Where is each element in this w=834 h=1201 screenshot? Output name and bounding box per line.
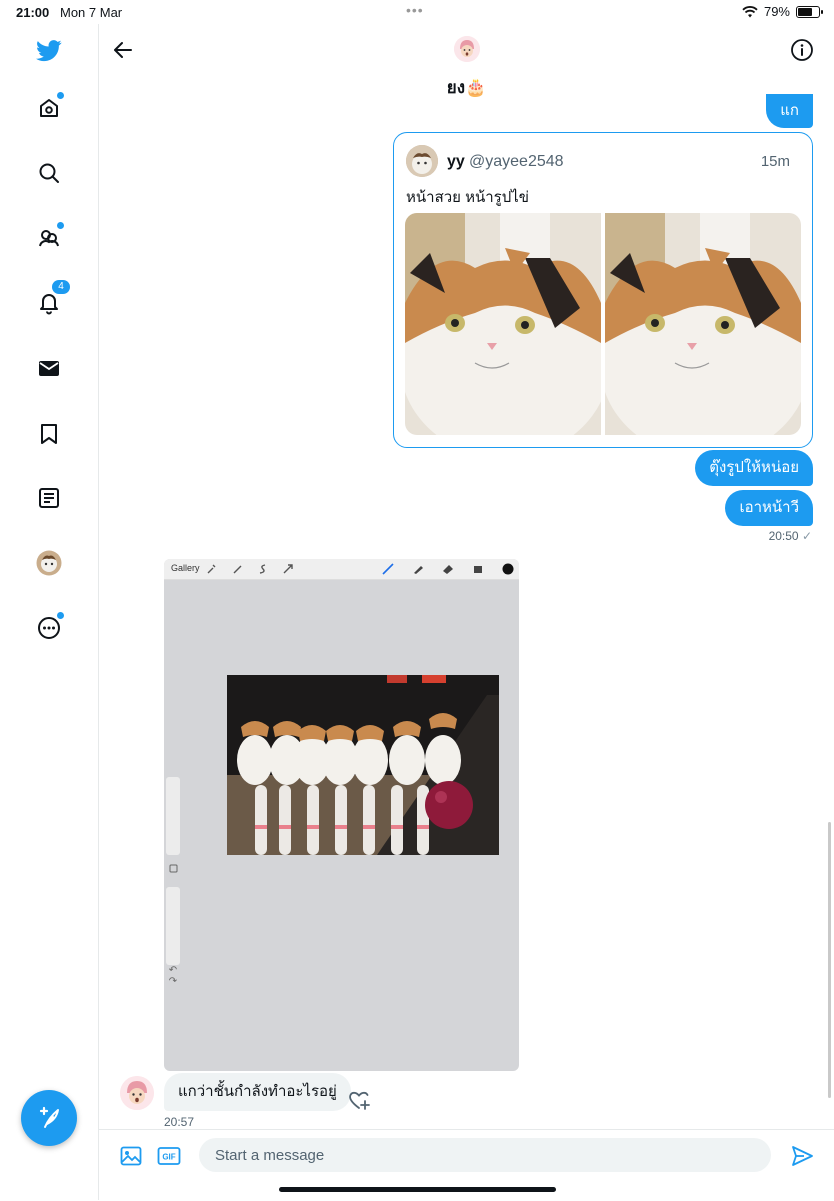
communities-dot — [57, 222, 64, 229]
color-icon — [502, 563, 514, 575]
compose-tweet-button[interactable] — [21, 1090, 77, 1146]
home-indicator[interactable] — [279, 1187, 556, 1192]
message-timestamp: 20:50 ✓ — [769, 529, 812, 543]
battery-percent: 79% — [763, 4, 790, 19]
messages-icon[interactable] — [36, 355, 62, 381]
wifi-icon — [742, 5, 758, 17]
eraser-icon — [443, 565, 453, 574]
brush-icon — [382, 563, 394, 575]
timestamp-text: 20:50 — [768, 529, 799, 543]
conversation-avatar[interactable] — [454, 36, 480, 62]
tweet-photo-1[interactable] — [405, 213, 601, 435]
scrollbar[interactable] — [828, 822, 831, 1098]
bowling-cats-photo — [227, 675, 499, 855]
outgoing-message[interactable]: ตุ๊งรูปให้หน่อย — [695, 450, 813, 486]
gif-label: GIF — [162, 1153, 175, 1162]
profile-avatar[interactable] — [36, 550, 62, 576]
feather-plus-icon — [39, 1106, 59, 1128]
status-bar: 21:00 Mon 7 Mar ••• 79% — [0, 0, 834, 24]
tweet-text: หน้าสวย หน้ารูปไข่ — [406, 189, 530, 206]
procreate-size-slider — [166, 777, 180, 855]
bookmarks-icon[interactable] — [36, 421, 62, 447]
conversation-title[interactable]: ยง🎂 — [99, 74, 834, 101]
status-right: 79% — [742, 4, 823, 19]
home-dot — [57, 92, 64, 99]
message-input[interactable] — [199, 1138, 771, 1172]
transform-icon — [283, 564, 293, 574]
procreate-opacity-slider — [166, 887, 180, 965]
tweet-photo-2[interactable] — [605, 213, 801, 435]
back-arrow-icon[interactable] — [111, 38, 135, 62]
incoming-message[interactable]: แกว่าชั้นกำลังทำอะไรอยู่ — [164, 1073, 351, 1111]
battery-fill — [798, 7, 812, 16]
procreate-undo-redo: ↶ ↷ — [168, 965, 178, 987]
sidebar: 4 — [0, 24, 99, 1200]
battery-icon — [796, 5, 823, 18]
media-icon[interactable] — [119, 1144, 143, 1168]
magic-wand-icon — [233, 565, 242, 574]
message-timestamp: 20:57 — [164, 1115, 195, 1129]
heart-plus-icon[interactable] — [347, 1088, 371, 1112]
send-icon[interactable] — [790, 1144, 814, 1168]
home-icon[interactable] — [36, 92, 64, 121]
incoming-image[interactable]: Gallery ↶ ↷ — [164, 559, 519, 1071]
tweet-author-avatar[interactable] — [406, 145, 438, 177]
shared-tweet-card[interactable]: yy @yayee2548 15m หน้าสวย หน้ารูปไข่ — [393, 132, 813, 448]
layers-icon — [474, 566, 482, 573]
sent-check-icon: ✓ — [801, 529, 812, 543]
conversation-header: ยง🎂 — [99, 24, 834, 100]
tweet-author-name: yy — [447, 153, 465, 170]
explore-icon[interactable] — [36, 160, 62, 186]
smudge-icon — [414, 566, 423, 574]
lists-icon[interactable] — [36, 485, 62, 511]
more-icon[interactable] — [36, 612, 64, 641]
outgoing-message[interactable]: แก — [766, 94, 813, 128]
selection-icon — [259, 564, 266, 574]
twitter-logo-icon[interactable] — [36, 38, 62, 64]
gif-icon[interactable]: GIF — [157, 1144, 181, 1168]
procreate-modify-button — [166, 861, 180, 877]
communities-icon[interactable] — [36, 222, 64, 251]
status-date: Mon 7 Mar — [60, 5, 123, 20]
procreate-toolbar: Gallery — [164, 559, 519, 580]
more-dot — [57, 612, 64, 619]
multitasking-dots[interactable]: ••• — [406, 2, 424, 18]
notifications-badge: 4 — [52, 280, 70, 294]
info-icon[interactable] — [790, 38, 814, 62]
outgoing-message[interactable]: เอาหน้าวี — [725, 490, 813, 526]
status-time: 21:00 — [16, 5, 50, 20]
notifications-icon[interactable]: 4 — [36, 280, 70, 316]
procreate-gallery-label: Gallery — [171, 563, 200, 573]
tweet-timestamp: 15m — [760, 153, 790, 170]
tweet-author-handle: @yayee2548 — [469, 153, 564, 170]
sender-avatar[interactable] — [120, 1076, 154, 1110]
wrench-icon — [207, 564, 216, 574]
